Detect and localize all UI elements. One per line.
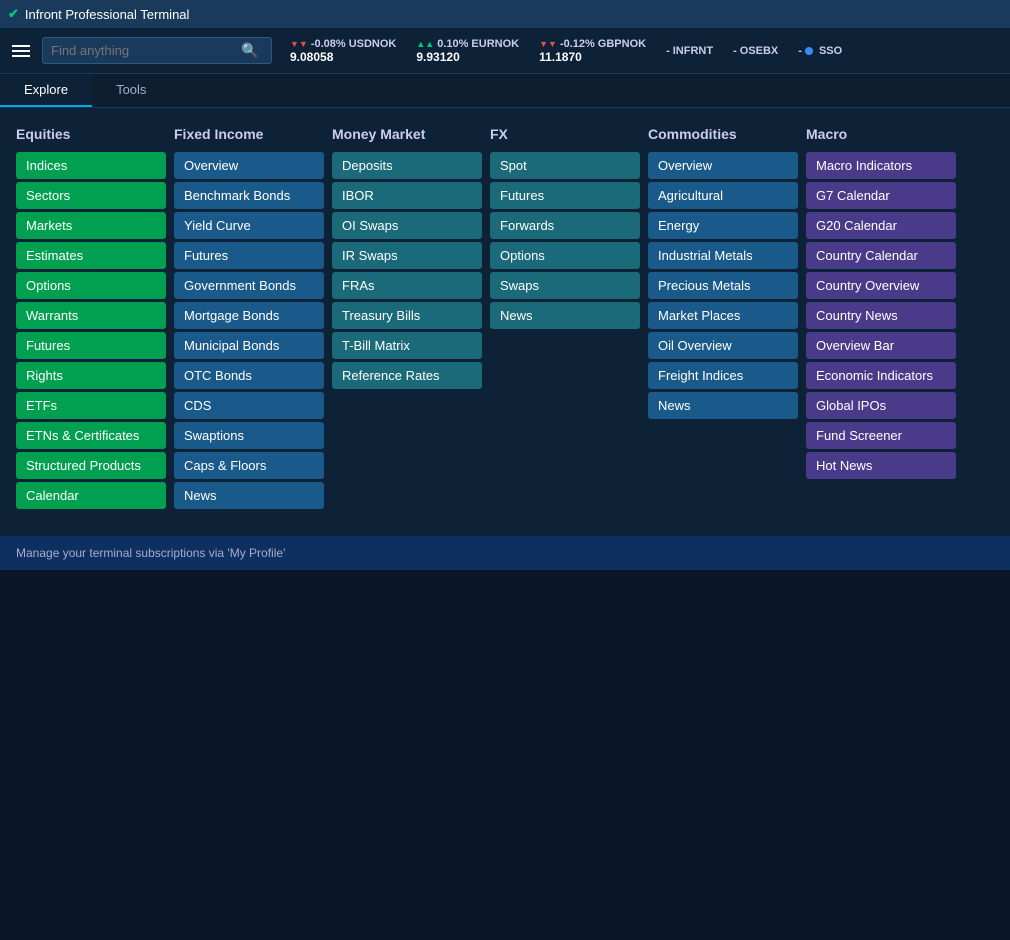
menu-item-estimates[interactable]: Estimates bbox=[16, 242, 166, 269]
menu-item-mortgage-bonds[interactable]: Mortgage Bonds bbox=[174, 302, 324, 329]
menu-item-spot[interactable]: Spot bbox=[490, 152, 640, 179]
menu-button[interactable] bbox=[8, 41, 34, 61]
menu-item-overview[interactable]: Overview bbox=[174, 152, 324, 179]
menu-item-futures[interactable]: Futures bbox=[174, 242, 324, 269]
toolbar: 🔍 ▼ -0.08% USDNOK 9.08058 ▲ 0.10% EURNOK… bbox=[0, 28, 1010, 74]
menu-item-otc-bonds[interactable]: OTC Bonds bbox=[174, 362, 324, 389]
category-header-macro: Macro bbox=[806, 124, 956, 144]
menu-item-news[interactable]: News bbox=[490, 302, 640, 329]
category-header-fx: FX bbox=[490, 124, 640, 144]
app-icon: ✔ bbox=[8, 6, 19, 22]
category-header-fixed-income: Fixed Income bbox=[174, 124, 324, 144]
ticker-bar: ▼ -0.08% USDNOK 9.08058 ▲ 0.10% EURNOK 9… bbox=[290, 38, 1002, 64]
tab-tools[interactable]: Tools bbox=[92, 74, 170, 107]
menu-item-freight-indices[interactable]: Freight Indices bbox=[648, 362, 798, 389]
menu-item-energy[interactable]: Energy bbox=[648, 212, 798, 239]
ticker-osebx: - OSEBX bbox=[733, 45, 778, 57]
category-header-commodities: Commodities bbox=[648, 124, 798, 144]
category-commodities: Commodities Overview Agricultural Energy Ind… bbox=[648, 124, 798, 512]
menu-item-futures[interactable]: Futures bbox=[490, 182, 640, 209]
ticker-usdnok: ▼ -0.08% USDNOK 9.08058 bbox=[290, 38, 396, 64]
search-icon: 🔍 bbox=[241, 42, 258, 59]
menu-item-precious-metals[interactable]: Precious Metals bbox=[648, 272, 798, 299]
menu-item-country-calendar[interactable]: Country Calendar bbox=[806, 242, 956, 269]
search-input[interactable] bbox=[51, 43, 241, 58]
subscription-message: Manage your terminal subscriptions via '… bbox=[16, 546, 285, 560]
ticker-infrnt: - INFRNT bbox=[666, 45, 713, 57]
menu-item-macro-indicators[interactable]: Macro Indicators bbox=[806, 152, 956, 179]
bottom-bar: Manage your terminal subscriptions via '… bbox=[0, 536, 1010, 570]
menu-item-g7-calendar[interactable]: G7 Calendar bbox=[806, 182, 956, 209]
menu-item-calendar[interactable]: Calendar bbox=[16, 482, 166, 509]
menu-item-markets[interactable]: Markets bbox=[16, 212, 166, 239]
menu-item-caps---floors[interactable]: Caps & Floors bbox=[174, 452, 324, 479]
menu-item-swaps[interactable]: Swaps bbox=[490, 272, 640, 299]
menu-item-overview[interactable]: Overview bbox=[648, 152, 798, 179]
menu-item-swaptions[interactable]: Swaptions bbox=[174, 422, 324, 449]
menu-item-cds[interactable]: CDS bbox=[174, 392, 324, 419]
category-header-money-market: Money Market bbox=[332, 124, 482, 144]
menu-item-g20-calendar[interactable]: G20 Calendar bbox=[806, 212, 956, 239]
menu-item-government-bonds[interactable]: Government Bonds bbox=[174, 272, 324, 299]
menu-item-rights[interactable]: Rights bbox=[16, 362, 166, 389]
category-fixed-income: Fixed Income Overview Benchmark Bonds Yield… bbox=[174, 124, 324, 512]
menu-item-industrial-metals[interactable]: Industrial Metals bbox=[648, 242, 798, 269]
menu-item-fras[interactable]: FRAs bbox=[332, 272, 482, 299]
menu-item-news[interactable]: News bbox=[174, 482, 324, 509]
menu-item-country-news[interactable]: Country News bbox=[806, 302, 956, 329]
title-bar: ✔ Infront Professional Terminal bbox=[0, 0, 1010, 28]
tab-bar: ExploreTools bbox=[0, 74, 1010, 108]
search-box: 🔍 bbox=[42, 37, 272, 64]
category-money-market: Money Market Deposits IBOR OI Swaps IR Swaps… bbox=[332, 124, 482, 512]
menu-item-fund-screener[interactable]: Fund Screener bbox=[806, 422, 956, 449]
menu-item-warrants[interactable]: Warrants bbox=[16, 302, 166, 329]
menu-item-options[interactable]: Options bbox=[16, 272, 166, 299]
menu-item-indices[interactable]: Indices bbox=[16, 152, 166, 179]
menu-item-global-ipos[interactable]: Global IPOs bbox=[806, 392, 956, 419]
app-title: Infront Professional Terminal bbox=[25, 7, 190, 22]
category-macro: Macro Macro Indicators G7 Calendar G20 Cale… bbox=[806, 124, 956, 512]
tab-explore[interactable]: Explore bbox=[0, 74, 92, 107]
menu-item-sectors[interactable]: Sectors bbox=[16, 182, 166, 209]
menu-item-news[interactable]: News bbox=[648, 392, 798, 419]
menu-item-deposits[interactable]: Deposits bbox=[332, 152, 482, 179]
menu-item-benchmark-bonds[interactable]: Benchmark Bonds bbox=[174, 182, 324, 209]
menu-item-futures[interactable]: Futures bbox=[16, 332, 166, 359]
menu-item-economic-indicators[interactable]: Economic Indicators bbox=[806, 362, 956, 389]
menu-item-t-bill-matrix[interactable]: T-Bill Matrix bbox=[332, 332, 482, 359]
menu-item-structured-products[interactable]: Structured Products bbox=[16, 452, 166, 479]
category-equities: Equities Indices Sectors Markets Estimates Op… bbox=[16, 124, 166, 512]
menu-item-ir-swaps[interactable]: IR Swaps bbox=[332, 242, 482, 269]
menu-item-market-places[interactable]: Market Places bbox=[648, 302, 798, 329]
explore-content: Equities Indices Sectors Markets Estimates Op… bbox=[0, 108, 1010, 528]
category-header-equities: Equities bbox=[16, 124, 166, 144]
menu-item-oi-swaps[interactable]: OI Swaps bbox=[332, 212, 482, 239]
menu-item-options[interactable]: Options bbox=[490, 242, 640, 269]
menu-item-etfs[interactable]: ETFs bbox=[16, 392, 166, 419]
ticker-gbpnok: ▼ -0.12% GBPNOK 11.1870 bbox=[539, 38, 646, 64]
menu-item-ibor[interactable]: IBOR bbox=[332, 182, 482, 209]
menu-item-municipal-bonds[interactable]: Municipal Bonds bbox=[174, 332, 324, 359]
menu-item-etns---certificates[interactable]: ETNs & Certificates bbox=[16, 422, 166, 449]
menu-item-hot-news[interactable]: Hot News bbox=[806, 452, 956, 479]
menu-item-agricultural[interactable]: Agricultural bbox=[648, 182, 798, 209]
menu-item-treasury-bills[interactable]: Treasury Bills bbox=[332, 302, 482, 329]
menu-item-reference-rates[interactable]: Reference Rates bbox=[332, 362, 482, 389]
menu-item-forwards[interactable]: Forwards bbox=[490, 212, 640, 239]
main-area: ExploreTools Equities Indices Sectors Marke… bbox=[0, 74, 1010, 570]
ticker-eurnok: ▲ 0.10% EURNOK 9.93120 bbox=[416, 38, 519, 64]
menu-item-overview-bar[interactable]: Overview Bar bbox=[806, 332, 956, 359]
menu-item-yield-curve[interactable]: Yield Curve bbox=[174, 212, 324, 239]
menu-item-oil-overview[interactable]: Oil Overview bbox=[648, 332, 798, 359]
category-fx: FX Spot Futures Forwards Options Swaps News bbox=[490, 124, 640, 512]
ticker-sso: - SSO bbox=[798, 45, 842, 57]
menu-item-country-overview[interactable]: Country Overview bbox=[806, 272, 956, 299]
